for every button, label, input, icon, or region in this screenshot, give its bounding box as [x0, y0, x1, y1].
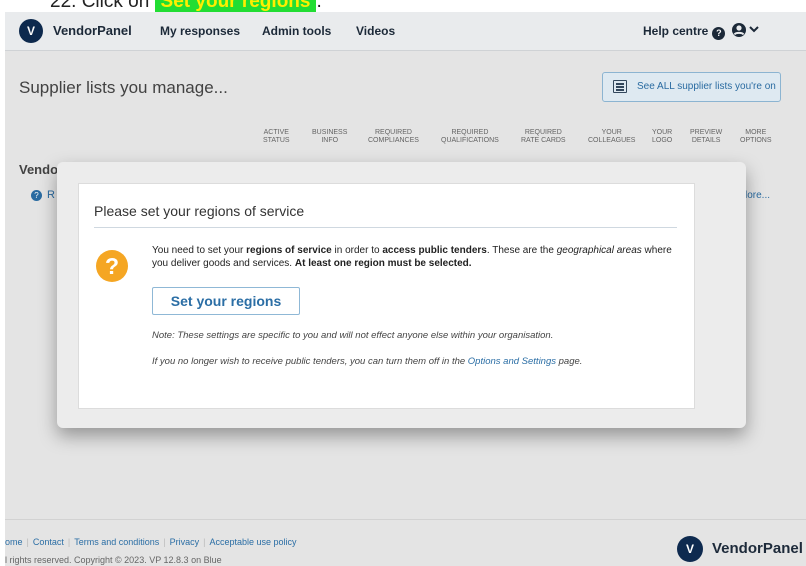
options-and-settings-link[interactable]: Options and Settings [468, 356, 556, 367]
modal-body: Please set your regions of service ? You… [78, 183, 695, 409]
footer-link-terms[interactable]: Terms and conditions [74, 537, 159, 547]
message-bold: At least one region must be selected. [294, 258, 472, 269]
footer-logo-icon: V [677, 536, 703, 562]
footer-link-acceptable-use[interactable]: Acceptable use policy [209, 537, 296, 547]
footer-link-privacy[interactable]: Privacy [170, 537, 200, 547]
message-text: in order to [331, 245, 383, 256]
footer-separator: | [203, 537, 206, 547]
instruction-banner: 22. Click on Set your regions. [0, 0, 806, 12]
modal-note: Note: These settings are specific to you… [152, 330, 554, 341]
instruction-highlight: Set your regions [154, 0, 317, 12]
footer-separator: | [26, 537, 29, 547]
copyright-text: l rights reserved. Copyright © 2023. VP … [5, 555, 222, 565]
regions-modal: Please set your regions of service ? You… [57, 162, 746, 428]
message-text: . These are the [486, 245, 557, 256]
message-text: You need to set your [152, 245, 247, 256]
note-text: If you no longer wish to receive public … [152, 356, 468, 367]
message-italic: geographical areas [556, 245, 642, 256]
instruction-prefix: 22. Click on [50, 0, 155, 12]
modal-divider [94, 227, 677, 228]
instruction-suffix: . [316, 0, 322, 12]
footer-link-contact[interactable]: Contact [33, 537, 64, 547]
footer-brand: VendorPanel [712, 540, 803, 557]
footer-separator: | [67, 537, 71, 547]
footer-link-home[interactable]: ome [5, 537, 23, 547]
message-bold: regions of service [246, 245, 332, 256]
app-window: V VendorPanel My responses Admin tools V… [5, 12, 806, 566]
question-icon: ? [96, 250, 128, 282]
modal-note-tenders: If you no longer wish to receive public … [152, 356, 582, 367]
footer-separator: | [163, 537, 166, 547]
footer-divider [5, 519, 806, 520]
footer-links: ome | Contact | Terms and conditions | Privacy… [5, 537, 297, 547]
set-your-regions-button[interactable]: Set your regions [152, 287, 300, 315]
note-text: page. [556, 356, 583, 367]
modal-message: You need to set your regions of service … [152, 244, 684, 270]
modal-title: Please set your regions of service [94, 203, 305, 219]
message-bold: access public tenders [382, 245, 487, 256]
